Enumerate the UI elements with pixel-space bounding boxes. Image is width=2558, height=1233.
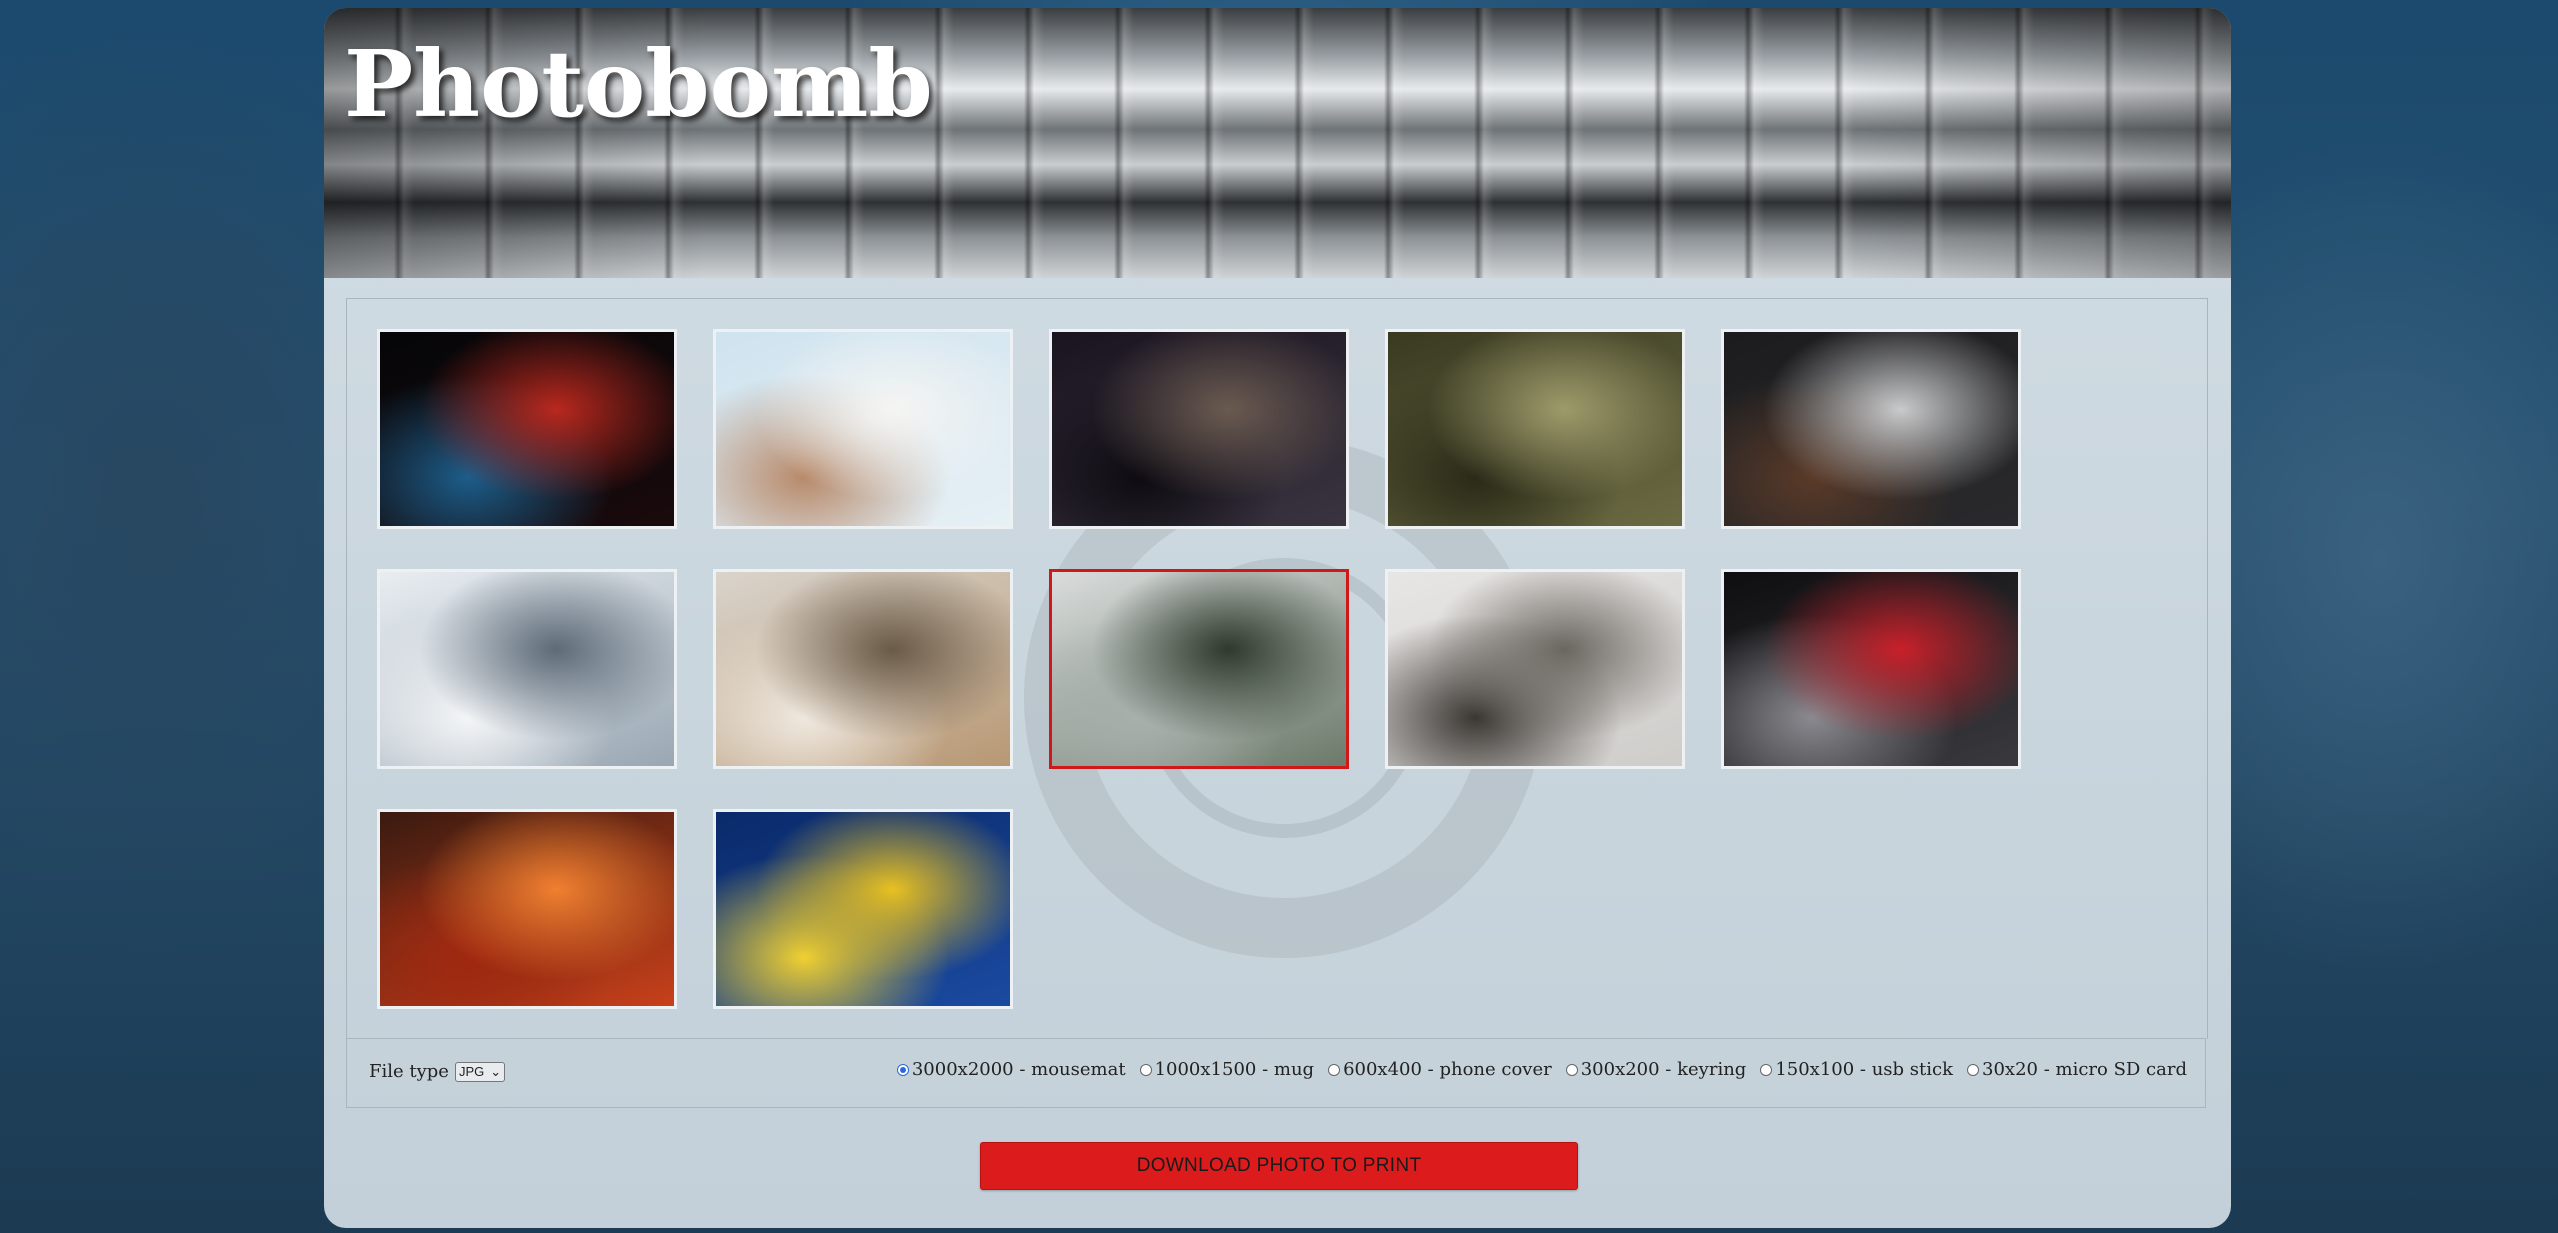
photo-thumbnail[interactable] <box>1721 569 2021 769</box>
radio-button[interactable] <box>1328 1063 1341 1076</box>
photo-thumbnail[interactable] <box>1385 569 1685 769</box>
size-option-label: 150x100 - usb stick <box>1775 1059 1954 1080</box>
file-type-select[interactable]: JPG ⌄ <box>454 1061 506 1082</box>
photo-thumbnail[interactable] <box>713 809 1013 1009</box>
photo-thumbnail[interactable] <box>1721 329 2021 529</box>
photo-thumbnail[interactable] <box>377 809 677 1009</box>
radio-button[interactable] <box>1760 1063 1773 1076</box>
size-option-label: 1000x1500 - mug <box>1154 1059 1315 1080</box>
chevron-down-icon: ⌄ <box>490 1063 502 1079</box>
photo-thumbnail[interactable] <box>1049 569 1349 769</box>
download-photo-button[interactable]: DOWNLOAD PHOTO TO PRINT <box>980 1142 1578 1190</box>
size-option[interactable]: 3000x2000 - mousemat <box>896 1059 1126 1080</box>
page-title: Photobomb <box>344 30 933 138</box>
size-option[interactable]: 1000x1500 - mug <box>1139 1059 1315 1080</box>
radio-button[interactable] <box>1139 1063 1152 1076</box>
photo-thumbnail[interactable] <box>377 329 677 529</box>
size-option[interactable]: 600x400 - phone cover <box>1328 1059 1552 1080</box>
photo-thumbnail[interactable] <box>1385 329 1685 529</box>
size-option-label: 30x20 - micro SD card <box>1982 1059 2187 1080</box>
file-type-value: JPG <box>458 1064 485 1079</box>
radio-button[interactable] <box>1967 1063 1980 1076</box>
size-option[interactable]: 150x100 - usb stick <box>1760 1059 1953 1080</box>
radio-button[interactable] <box>896 1063 909 1076</box>
file-type-group: File type JPG ⌄ <box>369 1061 506 1082</box>
size-option[interactable]: 30x20 - micro SD card <box>1967 1059 2187 1080</box>
photo-thumbnail[interactable] <box>713 329 1013 529</box>
size-option[interactable]: 300x200 - keyring <box>1565 1059 1747 1080</box>
radio-button[interactable] <box>1565 1063 1578 1076</box>
page-container: Photobomb File type JPG ⌄ 3000x2000 - mo… <box>324 8 2231 1228</box>
size-options: 3000x2000 - mousemat 1000x1500 - mug 600x4… <box>896 1059 2187 1080</box>
size-option-label: 600x400 - phone cover <box>1343 1059 1552 1080</box>
photo-gallery <box>346 298 2208 1039</box>
photo-thumbnail[interactable] <box>713 569 1013 769</box>
photo-thumbnail[interactable] <box>1049 329 1349 529</box>
size-option-label: 3000x2000 - mousemat <box>911 1059 1126 1080</box>
print-options: File type JPG ⌄ 3000x2000 - mousemat 1000… <box>346 1038 2206 1108</box>
file-type-label: File type <box>369 1061 449 1082</box>
photo-thumbnail[interactable] <box>377 569 677 769</box>
header-banner: Photobomb <box>324 8 2231 278</box>
size-option-label: 300x200 - keyring <box>1580 1059 1747 1080</box>
